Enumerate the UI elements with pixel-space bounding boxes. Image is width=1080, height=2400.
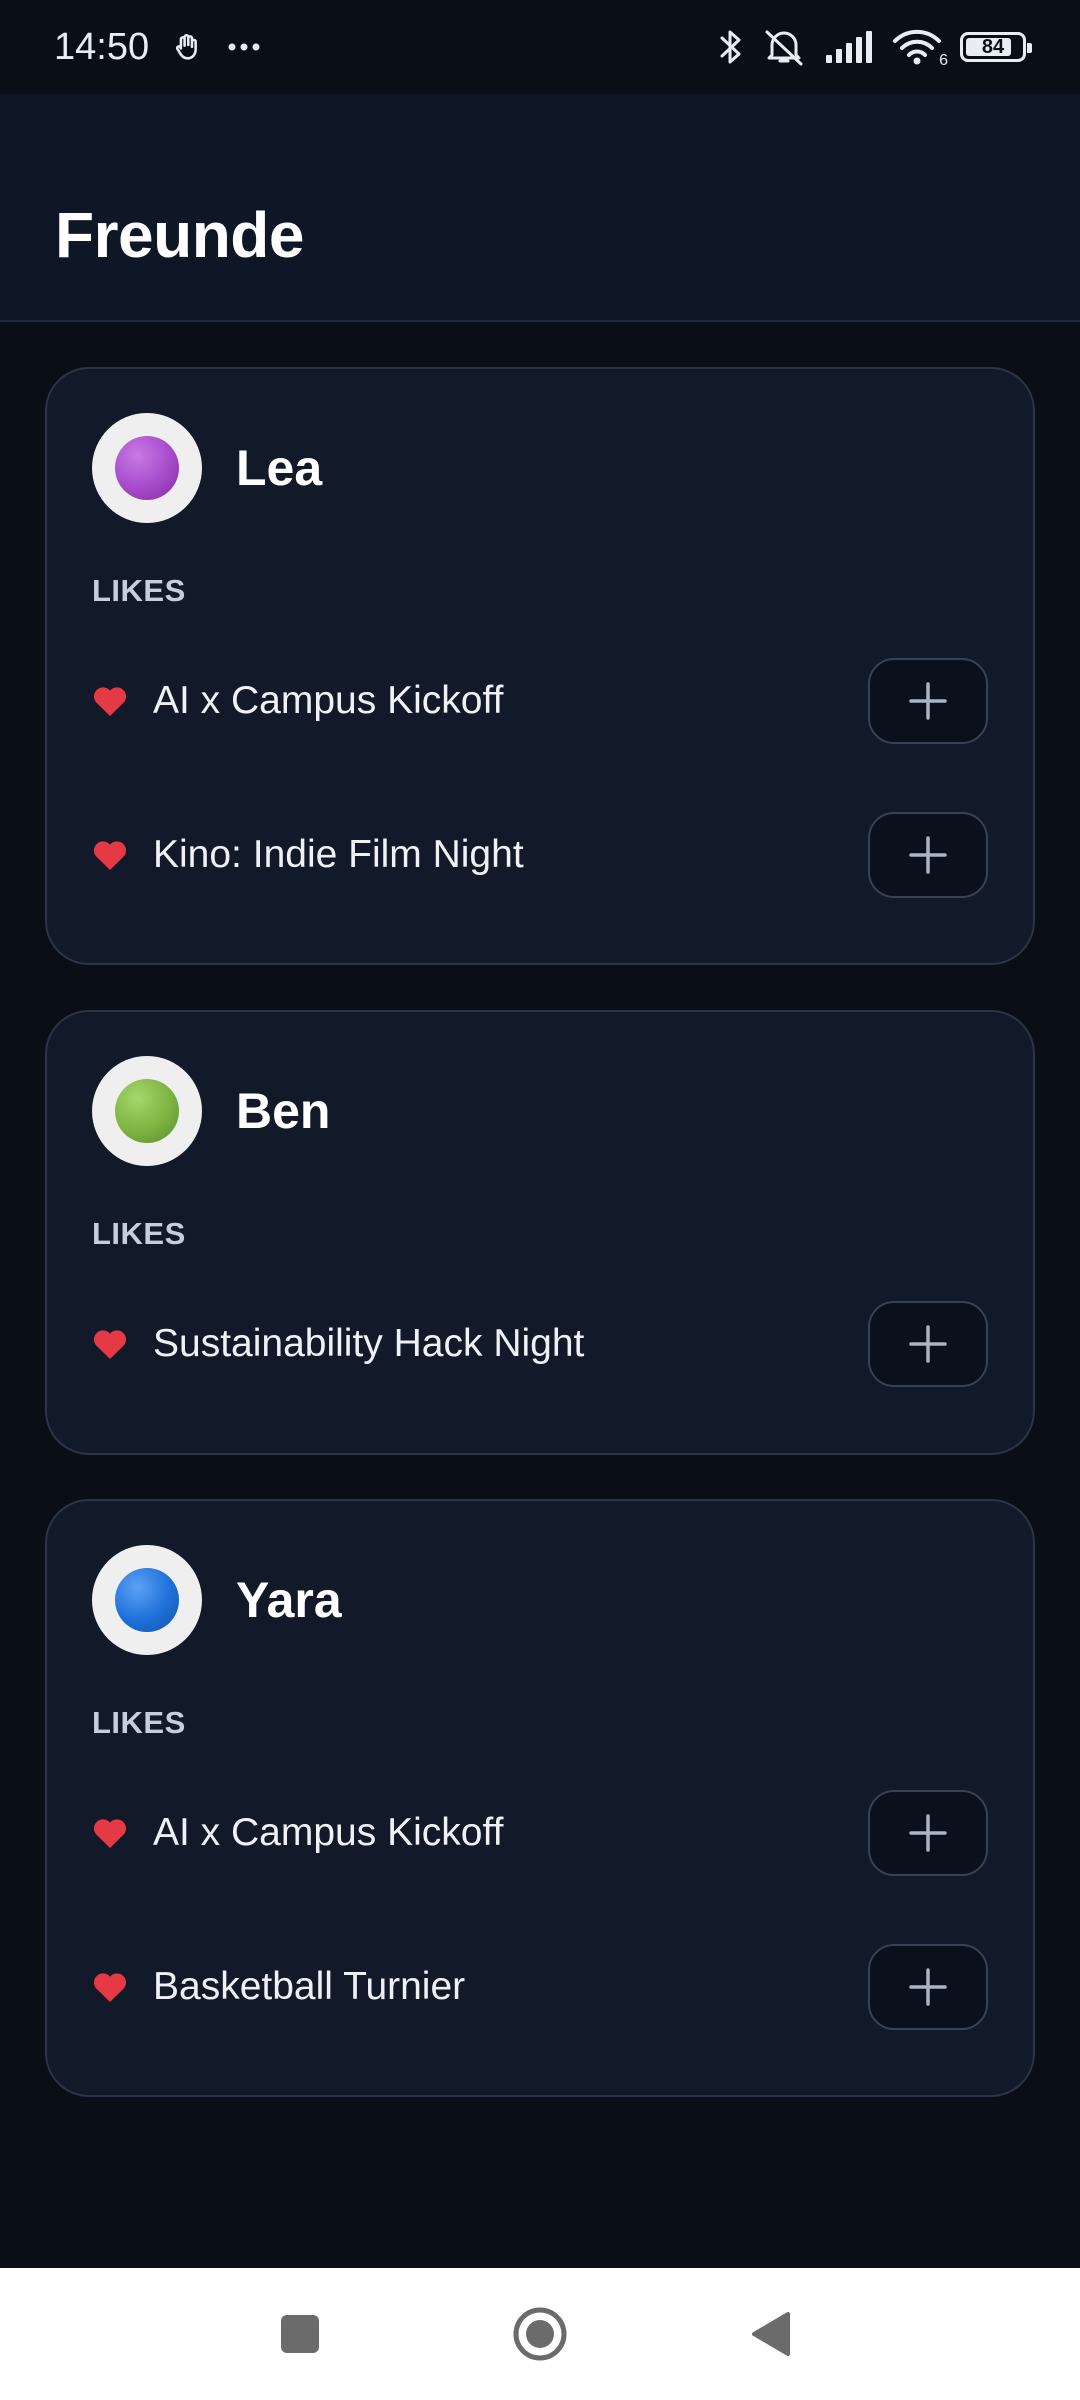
battery-level: 84	[981, 35, 1005, 58]
back-icon[interactable]	[745, 2304, 795, 2364]
app-header: Freunde	[0, 94, 1080, 322]
purple-circle-icon	[115, 436, 179, 500]
friend-name: Yara	[236, 1572, 342, 1628]
heart-icon	[92, 684, 128, 718]
signal-icon	[824, 29, 874, 65]
heart-icon	[92, 1327, 128, 1361]
green-circle-icon	[115, 1079, 179, 1143]
recents-icon[interactable]	[275, 2304, 325, 2364]
page-title: Freunde	[55, 199, 304, 271]
home-icon[interactable]	[500, 2304, 580, 2364]
like-title: Sustainability Hack Night	[153, 1322, 585, 1365]
like-item: AI x Campus Kickoff	[92, 658, 988, 744]
friend-name: Lea	[236, 440, 323, 496]
blue-circle-icon	[115, 1568, 179, 1632]
avatar	[92, 413, 202, 523]
add-event-button[interactable]	[868, 1944, 988, 2030]
plus-icon	[909, 1814, 947, 1852]
like-item: AI x Campus Kickoff	[92, 1790, 988, 1876]
wifi-icon: 6	[892, 28, 948, 69]
mute-icon	[762, 27, 806, 67]
likes-label: LIKES	[92, 1705, 186, 1740]
like-title: Kino: Indie Film Night	[153, 833, 524, 876]
plus-icon	[909, 1968, 947, 2006]
heart-icon	[92, 1816, 128, 1850]
avatar	[92, 1056, 202, 1166]
friend-name: Ben	[236, 1083, 331, 1139]
friend-card-lea: Lea LIKES AI x Campus Kickoff Kino: Indi…	[45, 367, 1035, 965]
friend-header: Yara	[92, 1545, 342, 1655]
likes-label: LIKES	[92, 1216, 186, 1251]
plus-icon	[909, 836, 947, 874]
heart-icon	[92, 838, 128, 872]
like-item: Kino: Indie Film Night	[92, 812, 988, 898]
system-nav-bar	[0, 2268, 1080, 2400]
heart-icon	[92, 1970, 128, 2004]
likes-label: LIKES	[92, 573, 186, 608]
friend-card-ben: Ben LIKES Sustainability Hack Night	[45, 1010, 1035, 1455]
avatar	[92, 1545, 202, 1655]
friend-card-yara: Yara LIKES AI x Campus Kickoff Basketbal…	[45, 1499, 1035, 2097]
more-dots-icon	[227, 42, 261, 52]
friend-header: Lea	[92, 413, 322, 523]
add-event-button[interactable]	[868, 1790, 988, 1876]
status-bar: 14:50 6 84	[0, 0, 1080, 94]
like-item: Sustainability Hack Night	[92, 1301, 988, 1387]
status-time: 14:50	[54, 25, 150, 68]
wifi-label: 6	[939, 52, 948, 69]
add-event-button[interactable]	[868, 812, 988, 898]
add-event-button[interactable]	[868, 1301, 988, 1387]
battery-icon: 84	[960, 32, 1032, 62]
like-title: Basketball Turnier	[153, 1965, 466, 2008]
plus-icon	[909, 1325, 947, 1363]
plus-icon	[909, 682, 947, 720]
like-item: Basketball Turnier	[92, 1944, 988, 2030]
bluetooth-icon	[718, 27, 744, 67]
like-title: AI x Campus Kickoff	[153, 679, 504, 722]
add-event-button[interactable]	[868, 658, 988, 744]
like-title: AI x Campus Kickoff	[153, 1811, 504, 1854]
friend-header: Ben	[92, 1056, 330, 1166]
hand-icon	[171, 30, 205, 64]
